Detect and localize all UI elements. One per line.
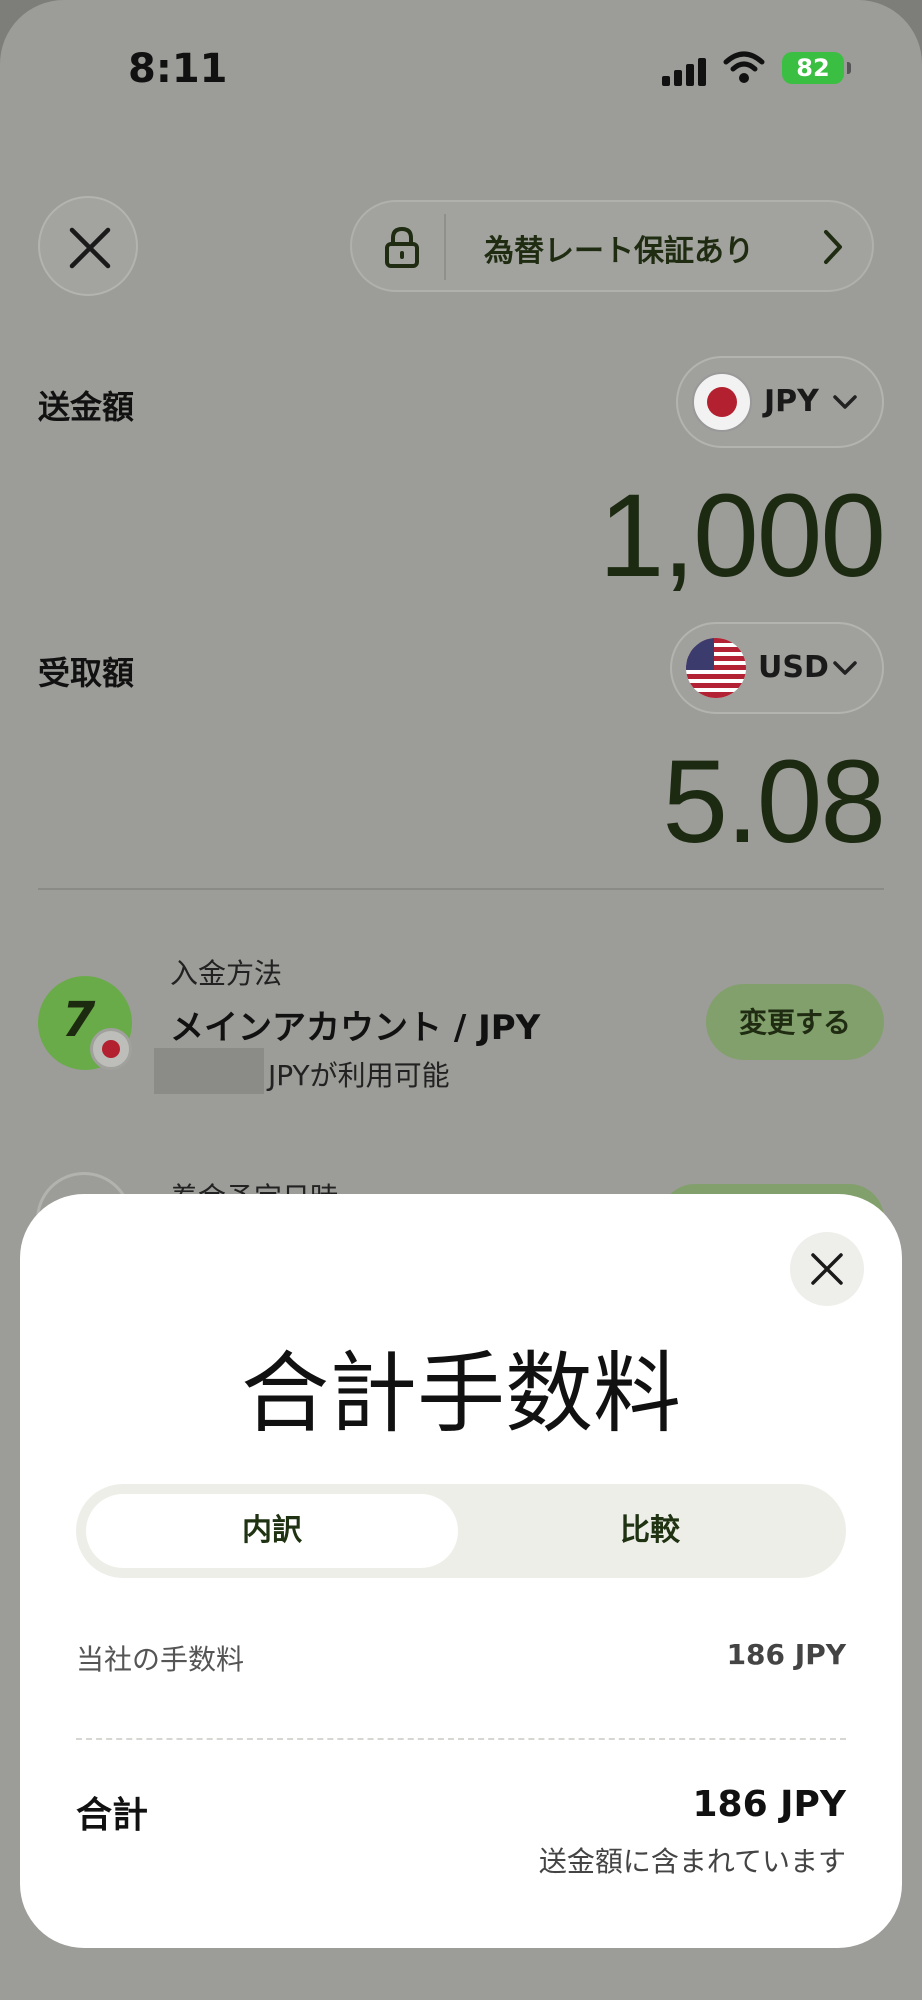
payment-method-availability: JPYが利用可能 — [268, 1059, 450, 1092]
dashed-divider — [76, 1738, 846, 1740]
total-note: 送金額に含まれています — [538, 1845, 846, 1878]
fee-bottom-sheet: 合計手数料 内訳 比較 当社の手数料 186 JPY 合計 186 JPY 送金… — [20, 1194, 902, 1948]
rate-guarantee-button[interactable]: 為替レート保証あり — [350, 200, 874, 292]
japan-flag-icon — [692, 372, 752, 432]
tab-compare[interactable]: 比較 — [464, 1494, 836, 1568]
japan-flag-badge-icon — [90, 1028, 132, 1070]
chevron-down-icon — [833, 661, 857, 675]
send-currency-selector[interactable]: JPY — [676, 356, 884, 448]
chevron-down-icon — [833, 395, 857, 409]
battery-indicator: 82 — [782, 52, 851, 84]
send-amount-label: 送金額 — [38, 388, 135, 426]
sheet-close-button[interactable] — [790, 1232, 864, 1306]
redacted-balance — [154, 1048, 264, 1094]
tab-breakdown[interactable]: 内訳 — [86, 1494, 458, 1568]
lock-icon — [385, 226, 419, 268]
receive-amount-value[interactable]: 5.08 — [662, 734, 886, 870]
wifi-icon — [723, 51, 765, 83]
fee-label: 当社の手数料 — [76, 1643, 245, 1676]
sheet-title: 合計手数料 — [240, 1342, 681, 1445]
status-bar: 8:11 82 — [0, 44, 922, 92]
total-value: 186 JPY — [692, 1784, 846, 1825]
send-amount-value[interactable]: 1,000 — [599, 468, 886, 604]
rate-guarantee-label: 為替レート保証あり — [484, 234, 754, 269]
fee-tabs: 内訳 比較 — [76, 1484, 846, 1578]
us-flag-icon — [686, 638, 746, 698]
app-screen: 8:11 82 為替レート保証あり 送金額 JPY 1,000 受取額 USD … — [0, 0, 922, 2000]
receive-amount-label: 受取額 — [38, 654, 135, 692]
battery-level: 82 — [796, 54, 830, 82]
send-currency-code: JPY — [764, 384, 819, 419]
total-label: 合計 — [76, 1795, 149, 1836]
cellular-signal-icon — [662, 58, 706, 86]
close-icon — [69, 227, 111, 269]
change-payment-method-button[interactable]: 変更する — [706, 984, 884, 1060]
status-time: 8:11 — [128, 46, 228, 92]
divider — [444, 214, 446, 280]
receive-currency-code: USD — [758, 650, 829, 685]
payment-method-title: メインアカウント / JPY — [170, 1008, 541, 1048]
close-button[interactable] — [38, 196, 138, 296]
close-icon — [811, 1253, 843, 1285]
receive-currency-selector[interactable]: USD — [670, 622, 884, 714]
fee-value: 186 JPY — [726, 1638, 846, 1671]
chevron-right-icon — [824, 230, 842, 264]
wise-logo-icon: 7 — [38, 976, 132, 1070]
divider — [38, 888, 884, 890]
payment-method-label: 入金方法 — [170, 957, 283, 990]
